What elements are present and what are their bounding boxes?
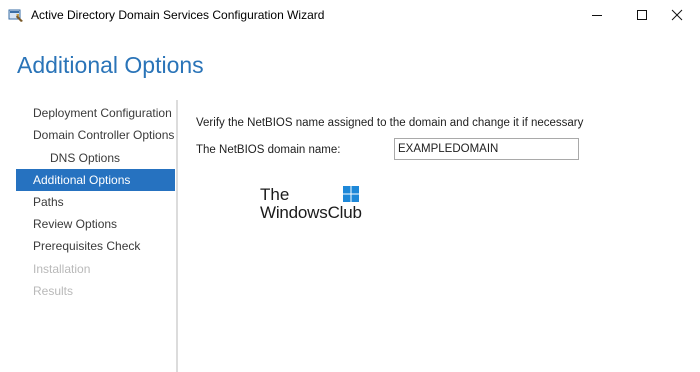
- wizard-header: Additional Options: [0, 30, 700, 98]
- netbios-domain-name-input[interactable]: [394, 138, 579, 160]
- watermark: The WindowsClub: [260, 186, 370, 226]
- minimize-icon: [592, 15, 602, 16]
- maximize-icon: [637, 10, 647, 20]
- nav-item-prerequisites-check[interactable]: Prerequisites Check: [16, 235, 175, 257]
- watermark-line1: The: [260, 185, 290, 204]
- window-title: Active Directory Domain Services Configu…: [31, 8, 325, 22]
- wizard-steps-sidebar: Deployment Configuration Domain Controll…: [16, 101, 176, 372]
- nav-item-additional-options[interactable]: Additional Options: [16, 169, 175, 191]
- minimize-button[interactable]: [574, 0, 620, 30]
- page-title: Additional Options: [17, 52, 204, 78]
- watermark-line2: WindowsClub: [260, 203, 362, 222]
- nav-item-installation: Installation: [33, 262, 91, 276]
- ad-ds-wizard-icon: [8, 9, 23, 22]
- close-button[interactable]: [654, 0, 700, 30]
- nav-item-results: Results: [33, 284, 74, 298]
- nav-item-review-options[interactable]: Review Options: [16, 213, 175, 235]
- netbios-domain-name-label: The NetBIOS domain name:: [196, 144, 341, 156]
- nav-item-deployment-configuration[interactable]: Deployment Configuration: [16, 102, 175, 124]
- windows-logo-icon: [343, 186, 359, 202]
- close-icon: [671, 9, 683, 21]
- title-bar: Active Directory Domain Services Configu…: [0, 0, 700, 30]
- nav-item-paths[interactable]: Paths: [16, 191, 175, 213]
- nav-item-dns-options[interactable]: DNS Options: [16, 147, 175, 169]
- nav-item-domain-controller-options[interactable]: Domain Controller Options: [16, 124, 175, 146]
- main-content: Verify the NetBIOS name assigned to the …: [178, 100, 700, 372]
- instructions-text: Verify the NetBIOS name assigned to the …: [196, 117, 584, 129]
